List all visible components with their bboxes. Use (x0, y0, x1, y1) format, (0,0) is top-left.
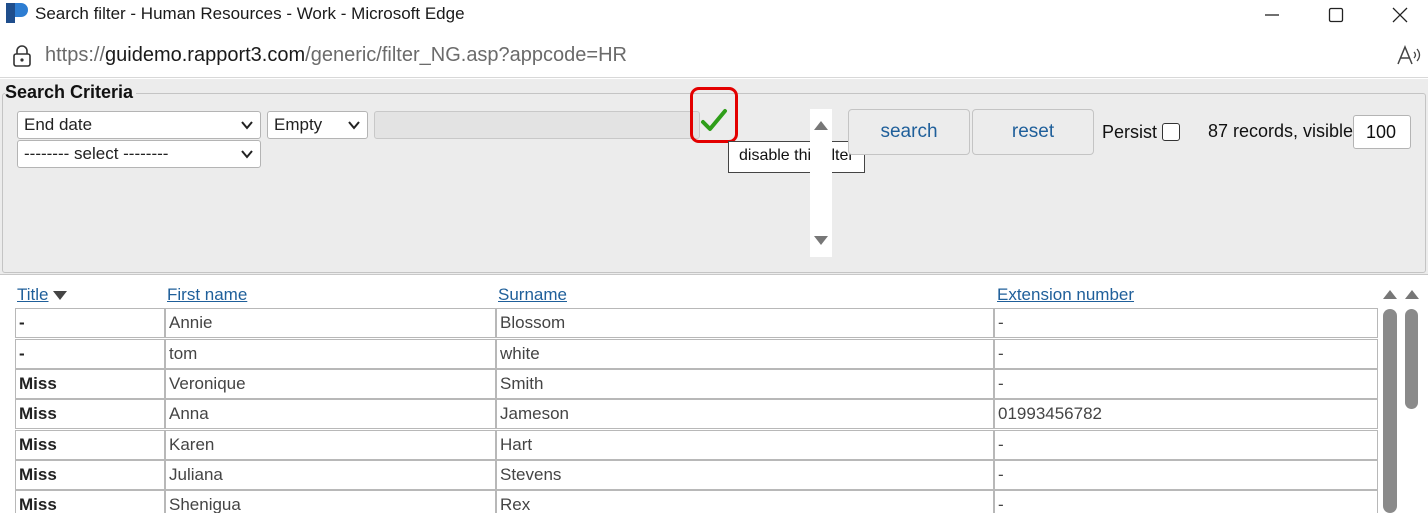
cell-extension: - (994, 430, 1378, 460)
search-button[interactable]: search (848, 109, 970, 155)
cell-title: - (15, 308, 165, 338)
close-button[interactable] (1370, 0, 1428, 30)
field-select-value: End date (24, 115, 93, 134)
maximize-button[interactable] (1306, 0, 1366, 30)
operator-select-value: Empty (274, 115, 323, 134)
lock-icon[interactable] (11, 44, 33, 68)
table-row[interactable]: Miss Anna Jameson 01993456782 (15, 399, 1378, 429)
reset-button[interactable]: reset (972, 109, 1094, 155)
address-bar[interactable]: https://guidemo.rapport3.com/generic/fil… (0, 36, 1428, 78)
records-count-label: 87 records, visible: (1208, 121, 1359, 141)
cell-first-name: Anna (165, 399, 496, 429)
persist-label: Persist (1102, 122, 1158, 142)
criteria-scrollbar[interactable] (810, 109, 832, 257)
scroll-up-icon[interactable] (1404, 288, 1420, 300)
cell-title: Miss (15, 399, 165, 429)
cell-first-name: Karen (165, 430, 496, 460)
cell-title: Miss (15, 369, 165, 399)
url-prefix: https:// (45, 44, 106, 66)
checkmark-icon[interactable] (700, 108, 728, 134)
scroll-up-icon[interactable] (1382, 288, 1398, 300)
field-select[interactable]: End date (17, 111, 261, 139)
maximize-icon (1328, 7, 1344, 23)
cell-first-name: Annie (165, 308, 496, 338)
scroll-down-icon[interactable] (813, 235, 829, 247)
cell-extension: - (994, 339, 1378, 369)
new-filter-select[interactable]: -------- select -------- (17, 140, 261, 168)
chevron-down-icon (241, 150, 253, 159)
minimize-button[interactable] (1242, 0, 1302, 30)
cell-first-name: Veronique (165, 369, 496, 399)
table-row[interactable]: - tom white - (15, 339, 1378, 369)
table-row[interactable]: Miss Shenigua Rex - (15, 490, 1378, 513)
cell-surname: Blossom (496, 308, 994, 338)
table-scrollbar-thumb[interactable] (1383, 309, 1397, 513)
header-title[interactable]: Title (17, 285, 49, 305)
table-row[interactable]: Miss Juliana Stevens - (15, 460, 1378, 490)
url-text[interactable]: https://guidemo.rapport3.com/generic/fil… (45, 44, 627, 67)
table-row[interactable]: Miss Karen Hart - (15, 430, 1378, 460)
operator-select[interactable]: Empty (267, 111, 368, 139)
header-first-name[interactable]: First name (167, 285, 247, 305)
cell-surname: Jameson (496, 399, 994, 429)
cell-surname: Hart (496, 430, 994, 460)
cell-title: Miss (15, 460, 165, 490)
url-domain: guidemo.rapport3.com (105, 44, 306, 66)
page-scrollbar-thumb[interactable] (1405, 309, 1418, 409)
cell-title: - (15, 339, 165, 369)
new-filter-select-value: -------- select -------- (24, 144, 169, 163)
results-table: Title First name Surname Extension numbe… (0, 276, 1428, 513)
cell-surname: Stevens (496, 460, 994, 490)
cell-extension: - (994, 369, 1378, 399)
table-row[interactable]: Miss Veronique Smith - (15, 369, 1378, 399)
criteria-legend: Search Criteria (5, 82, 137, 103)
cell-surname: Rex (496, 490, 994, 513)
chevron-down-icon (348, 121, 360, 130)
close-icon (1392, 7, 1408, 23)
url-path: /generic/filter_NG.asp?appcode=HR (305, 44, 627, 66)
cell-title: Miss (15, 430, 165, 460)
sort-desc-icon[interactable] (52, 290, 68, 301)
cell-extension: - (994, 460, 1378, 490)
cell-extension: - (994, 308, 1378, 338)
cell-extension: - (994, 490, 1378, 513)
chevron-down-icon (241, 121, 253, 130)
read-aloud-icon[interactable] (1396, 44, 1422, 68)
app-logo-icon (6, 3, 28, 23)
cell-surname: white (496, 339, 994, 369)
cell-extension: 01993456782 (994, 399, 1378, 429)
visible-count-input[interactable]: 100 (1353, 115, 1411, 149)
minimize-icon (1265, 14, 1279, 16)
table-row[interactable]: - Annie Blossom - (15, 308, 1378, 338)
header-surname[interactable]: Surname (498, 285, 567, 305)
window-titlebar: Search filter - Human Resources - Work -… (0, 0, 1428, 30)
filter-value-input[interactable] (374, 111, 700, 139)
cell-title: Miss (15, 490, 165, 513)
persist-checkbox[interactable] (1162, 123, 1180, 141)
search-criteria-panel: Search Criteria End date Empty -------- … (0, 79, 1428, 275)
disable-filter-tooltip: disable this filter (728, 141, 865, 173)
window-title: Search filter - Human Resources - Work -… (35, 4, 465, 23)
header-extension[interactable]: Extension number (997, 285, 1134, 305)
cell-first-name: Juliana (165, 460, 496, 490)
cell-first-name: Shenigua (165, 490, 496, 513)
cell-first-name: tom (165, 339, 496, 369)
cell-surname: Smith (496, 369, 994, 399)
scroll-up-icon[interactable] (813, 119, 829, 131)
